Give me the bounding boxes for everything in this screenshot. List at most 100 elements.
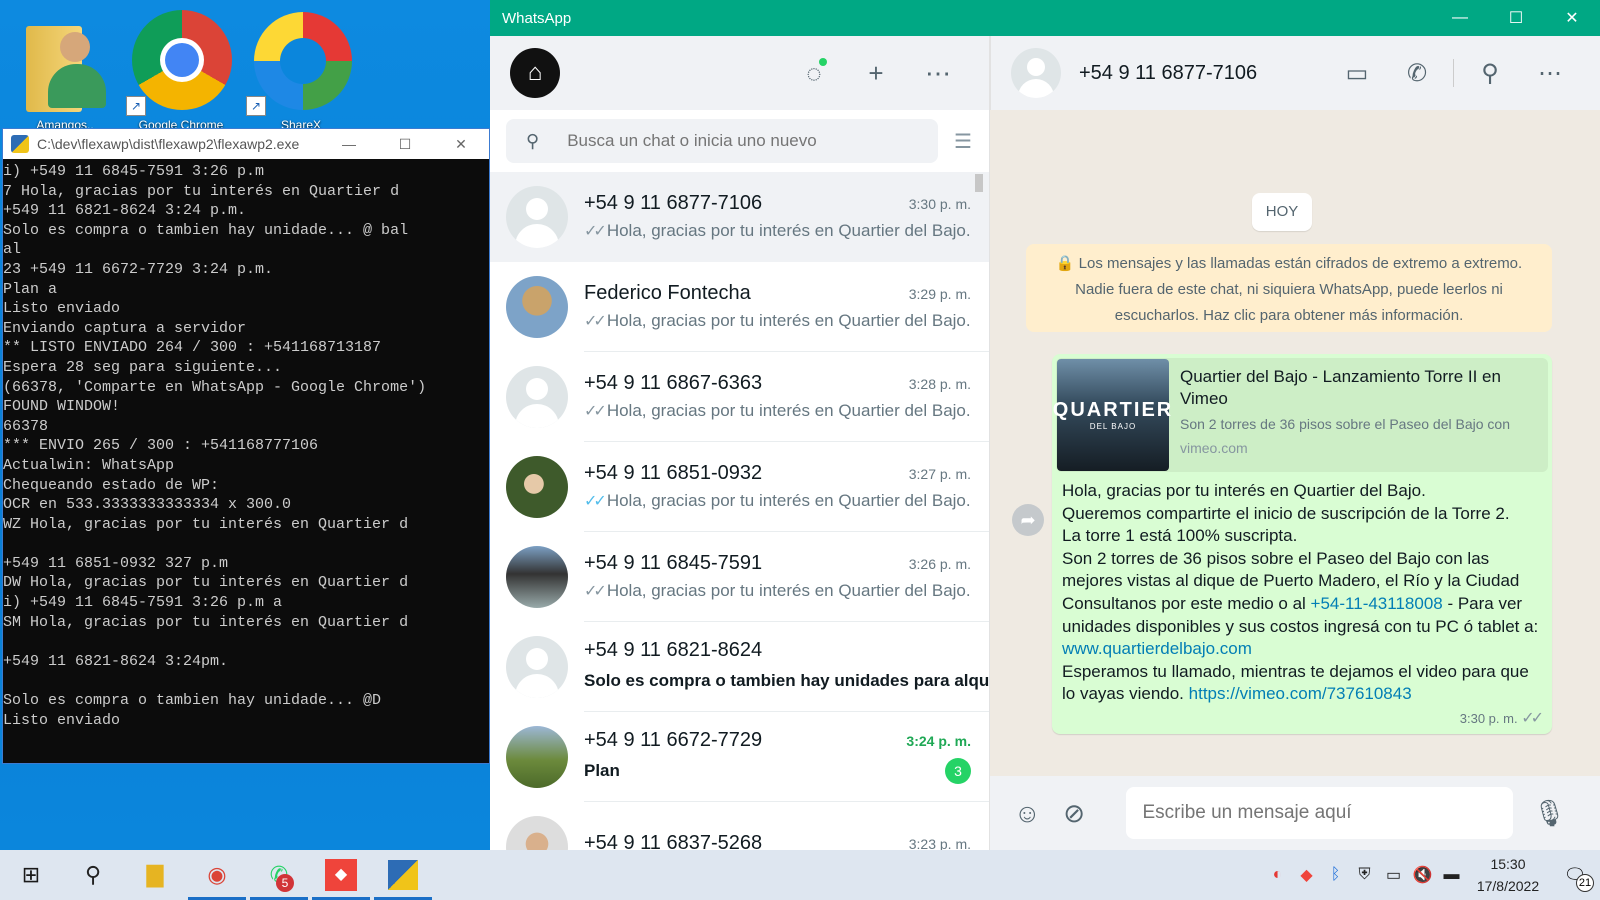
clock[interactable]: 15:30 17/8/2022 <box>1466 853 1550 897</box>
console-line: WZ Hola, gracias por tu interés en Quart… <box>3 515 409 533</box>
console-line: Listo enviado <box>3 300 121 318</box>
bluetooth-icon[interactable]: ᛒ <box>1321 866 1350 884</box>
console-line: Solo es compra o tambien hay unidade... … <box>3 692 382 710</box>
desktop-icon-sharex[interactable]: ↗ ShareX <box>246 8 356 132</box>
chat-item[interactable]: +54 9 11 6845-7591 3:26 p. m. ✓✓ Hola, g… <box>490 532 989 622</box>
microphone-icon[interactable]: 🎙 <box>1533 798 1582 829</box>
desktop-icon-chrome[interactable]: ↗ Google Chrome <box>126 8 236 132</box>
date-chip: HOY <box>1252 193 1312 231</box>
composer: ☺ ⊘ 🎙 <box>990 776 1600 850</box>
sharex-tray-icon[interactable]: ◐ <box>1263 866 1292 884</box>
video-link[interactable]: https://vimeo.com/737610843 <box>1189 684 1412 703</box>
chat-avatar[interactable] <box>506 366 568 428</box>
search-input[interactable] <box>567 131 898 151</box>
scrollbar[interactable] <box>975 174 983 192</box>
conversation-header[interactable]: +54 9 11 6877-7106 ▭ ✆ ⚲ ⋯ <box>990 36 1600 110</box>
windows-icon: ⊞ <box>21 862 41 887</box>
taskbar-python-console[interactable] <box>372 850 434 900</box>
outgoing-message[interactable]: QUARTIER DEL BAJO Quartier del Bajo - La… <box>1052 354 1552 734</box>
profile-avatar[interactable]: ⌂ <box>510 48 560 98</box>
chat-name: +54 9 11 6837-5268 <box>584 832 763 850</box>
video-call-icon[interactable]: ▭ <box>1327 59 1387 88</box>
chat-item[interactable]: +54 9 11 6867-6363 3:28 p. m. ✓✓ Hola, g… <box>490 352 989 442</box>
console-titlebar[interactable]: C:\dev\flexawp\dist\flexawp2\flexawp2.ex… <box>3 129 489 159</box>
left-header: ⌂ ◌ + ⋯ <box>490 36 989 110</box>
folder-user-icon <box>26 16 106 112</box>
maximize-icon[interactable]: ☐ <box>1488 8 1544 28</box>
chrome-icon: ◉ <box>207 862 227 887</box>
link-preview-description: Son 2 torres de 36 pisos sobre el Paseo … <box>1180 416 1510 432</box>
chat-avatar[interactable] <box>506 816 568 850</box>
taskbar-whatsapp[interactable]: ✆ 5 <box>248 850 310 900</box>
minimize-icon[interactable]: — <box>1432 9 1488 27</box>
taskbar-explorer[interactable]: ▇ <box>124 850 186 900</box>
search-box[interactable]: ⚲ <box>506 119 938 163</box>
encryption-line-1: 🔒 Los mensajes y las llamadas están cifr… <box>1055 255 1523 272</box>
start-button[interactable]: ⊞ <box>0 850 62 900</box>
chat-avatar[interactable] <box>506 726 568 788</box>
maximize-icon[interactable]: ☐ <box>377 136 433 153</box>
chat-avatar[interactable] <box>506 546 568 608</box>
security-shield-icon[interactable]: ⛨ <box>1350 866 1379 884</box>
taskbar-search[interactable]: ⚲ <box>62 850 124 900</box>
close-icon[interactable]: ✕ <box>1544 8 1600 28</box>
chat-item[interactable]: Federico Fontecha 3:29 p. m. ✓✓ Hola, gr… <box>490 262 989 352</box>
contact-name[interactable]: +54 9 11 6877-7106 <box>1079 62 1327 85</box>
network-icon[interactable]: ▭ <box>1379 865 1408 885</box>
clock-time: 15:30 <box>1490 856 1526 872</box>
phone-call-icon[interactable]: ✆ <box>1387 59 1447 88</box>
forward-icon[interactable]: ➦ <box>1012 504 1044 536</box>
shortcut-arrow-icon: ↗ <box>246 96 266 116</box>
taskbar-chrome[interactable]: ◉ <box>186 850 248 900</box>
console-line: OCR en 533.3333333333334 x 300.0 <box>3 496 292 514</box>
battery-icon[interactable]: ▬ <box>1437 866 1466 884</box>
chat-item[interactable]: +54 9 11 6821-8624 3:24 p. m. Solo es co… <box>490 622 989 712</box>
anydesk-tray-icon[interactable]: ◆ <box>1292 865 1321 885</box>
whatsapp-titlebar[interactable]: WhatsApp — ☐ ✕ <box>490 0 1600 36</box>
chat-name: Federico Fontecha <box>584 282 751 304</box>
phone-link[interactable]: +54-11-43118008 <box>1311 594 1443 613</box>
desktop-icon-user-folder[interactable]: Amangos.. <box>10 8 120 132</box>
minimize-icon[interactable]: — <box>321 136 377 152</box>
message-time: 3:30 p. m. <box>1459 711 1518 726</box>
website-link[interactable]: www.quartierdelbajo.com <box>1062 639 1252 658</box>
link-preview[interactable]: QUARTIER DEL BAJO Quartier del Bajo - La… <box>1053 358 1548 472</box>
contact-avatar[interactable] <box>1011 48 1061 98</box>
status-icon[interactable]: ◌ <box>783 57 845 89</box>
search-row: ⚲ ☰ <box>490 110 989 172</box>
message-line: La torre 1 está 100% suscripta. <box>1062 526 1298 546</box>
chat-avatar[interactable] <box>506 186 568 248</box>
close-icon[interactable]: ✕ <box>433 136 489 153</box>
chat-list: +54 9 11 6877-7106 3:30 p. m. ✓✓ Hola, g… <box>490 172 989 850</box>
console-line: i) +549 11 6845-7591 3:26 p.m a <box>3 594 283 612</box>
conversation-panel: +54 9 11 6877-7106 ▭ ✆ ⚲ ⋯ HOY 🔒 Los men… <box>990 36 1600 850</box>
chat-item-body: +54 9 11 6877-7106 3:30 p. m. ✓✓ Hola, g… <box>584 172 989 262</box>
taskbar-anydesk[interactable]: ◆ <box>310 850 372 900</box>
action-center-button[interactable]: 🗨 21 <box>1550 865 1600 892</box>
message-input[interactable] <box>1126 787 1513 839</box>
chat-avatar[interactable] <box>506 636 568 698</box>
chat-item[interactable]: +54 9 11 6837-5268 3:23 p. m. <box>490 802 989 850</box>
console-window[interactable]: C:\dev\flexawp\dist\flexawp2\flexawp2.ex… <box>2 128 490 764</box>
new-chat-icon[interactable]: + <box>845 58 907 89</box>
chat-avatar[interactable] <box>506 276 568 338</box>
encryption-notice[interactable]: 🔒 Los mensajes y las llamadas están cifr… <box>1026 244 1552 332</box>
menu-icon[interactable]: ⋯ <box>1520 59 1580 88</box>
volume-muted-icon[interactable]: 🔇 <box>1408 865 1437 885</box>
attach-icon[interactable]: ⊘ <box>1063 798 1112 829</box>
chat-item[interactable]: +54 9 11 6672-7729 3:24 p. m. Plan 3 <box>490 712 989 802</box>
chat-preview: Hola, gracias por tu interés en Quartier… <box>606 491 971 510</box>
video-thumbnail[interactable]: QUARTIER DEL BAJO <box>1053 359 1171 471</box>
chat-item[interactable]: +54 9 11 6851-0932 3:27 p. m. ✓✓ Hola, g… <box>490 442 989 532</box>
chat-list-panel: ⌂ ◌ + ⋯ ⚲ ☰ +54 9 11 6877-7106 3:30 p. m… <box>490 36 990 850</box>
message-line: Queremos compartirte el inicio de suscri… <box>1062 503 1510 523</box>
chat-avatar[interactable] <box>506 456 568 518</box>
search-icon[interactable]: ⚲ <box>1460 59 1520 88</box>
filter-icon[interactable]: ☰ <box>954 129 972 154</box>
chat-preview: Hola, gracias por tu interés en Quartier… <box>606 311 971 330</box>
emoji-icon[interactable]: ☺ <box>1014 798 1063 829</box>
chat-item[interactable]: +54 9 11 6877-7106 3:30 p. m. ✓✓ Hola, g… <box>490 172 989 262</box>
menu-icon[interactable]: ⋯ <box>907 58 969 89</box>
